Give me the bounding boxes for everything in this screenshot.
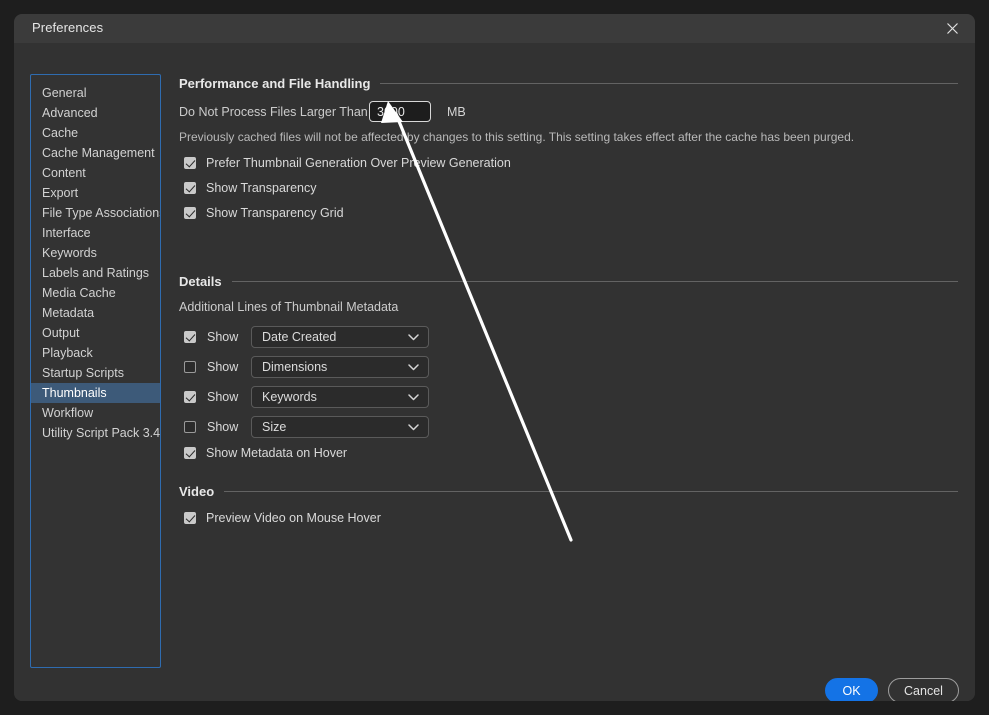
checkbox-row-preview-video-hover[interactable]: Preview Video on Mouse Hover — [184, 511, 381, 525]
metadata-row-2[interactable]: Show Dimensions — [184, 356, 429, 378]
chevron-down-icon — [408, 388, 419, 406]
metadata-row-3[interactable]: Show Keywords — [184, 386, 429, 408]
sidebar-item-playback[interactable]: Playback — [31, 343, 160, 363]
checkbox-preview-video-on-mouse-hover[interactable] — [184, 512, 196, 524]
sidebar-item-content[interactable]: Content — [31, 163, 160, 183]
checkbox-metadata-line-2[interactable] — [184, 361, 196, 373]
label-show-1: Show — [207, 330, 239, 344]
dropdown-value-4: Size — [262, 420, 287, 434]
checkbox-label-prefer-thumbnail: Prefer Thumbnail Generation Over Preview… — [206, 156, 511, 170]
checkbox-label-preview-video-on-mouse-hover: Preview Video on Mouse Hover — [206, 511, 381, 525]
dropdown-metadata-line-4[interactable]: Size — [251, 416, 429, 438]
cache-note: Previously cached files will not be affe… — [179, 130, 855, 144]
ok-button[interactable]: OK — [825, 678, 878, 701]
sidebar-item-general[interactable]: General — [31, 83, 160, 103]
screen: Preferences General Advanced Cache Cache… — [0, 0, 989, 715]
chevron-down-icon — [408, 358, 419, 376]
checkbox-row-show-transparency-grid[interactable]: Show Transparency Grid — [184, 206, 344, 220]
sidebar-item-startup-scripts[interactable]: Startup Scripts — [31, 363, 160, 383]
checkbox-metadata-line-3[interactable] — [184, 391, 196, 403]
checkbox-show-metadata-on-hover[interactable] — [184, 447, 196, 459]
cancel-button[interactable]: Cancel — [888, 678, 959, 701]
dropdown-metadata-line-1[interactable]: Date Created — [251, 326, 429, 348]
divider — [231, 281, 958, 282]
sidebar-item-interface[interactable]: Interface — [31, 223, 160, 243]
metadata-row-1[interactable]: Show Date Created — [184, 326, 429, 348]
sidebar-item-output[interactable]: Output — [31, 323, 160, 343]
checkbox-prefer-thumbnail[interactable] — [184, 157, 196, 169]
sidebar-item-file-type-associations[interactable]: File Type Associations — [31, 203, 160, 223]
checkbox-metadata-line-1[interactable] — [184, 331, 196, 343]
section-title-details: Details — [179, 274, 222, 289]
checkbox-label-show-transparency-grid: Show Transparency Grid — [206, 206, 344, 220]
section-header-details: Details — [179, 274, 958, 289]
sidebar-item-labels-and-ratings[interactable]: Labels and Ratings — [31, 263, 160, 283]
size-limit-input[interactable] — [369, 101, 431, 122]
dropdown-metadata-line-3[interactable]: Keywords — [251, 386, 429, 408]
dialog-body: General Advanced Cache Cache Management … — [14, 43, 975, 701]
settings-panel: Performance and File Handling Do Not Pro… — [179, 43, 975, 701]
checkbox-row-prefer-thumbnail[interactable]: Prefer Thumbnail Generation Over Preview… — [184, 156, 511, 170]
section-header-performance: Performance and File Handling — [179, 76, 958, 91]
divider — [224, 491, 958, 492]
dropdown-metadata-line-2[interactable]: Dimensions — [251, 356, 429, 378]
close-icon[interactable] — [929, 14, 975, 43]
checkbox-metadata-line-4[interactable] — [184, 421, 196, 433]
sidebar-item-utility-script-pack[interactable]: Utility Script Pack 3.4 — [31, 423, 160, 443]
sidebar-item-cache[interactable]: Cache — [31, 123, 160, 143]
label-show-2: Show — [207, 360, 239, 374]
label-show-3: Show — [207, 390, 239, 404]
checkbox-show-transparency-grid[interactable] — [184, 207, 196, 219]
sidebar-item-export[interactable]: Export — [31, 183, 160, 203]
sidebar-item-advanced[interactable]: Advanced — [31, 103, 160, 123]
checkbox-show-transparency[interactable] — [184, 182, 196, 194]
checkbox-label-show-transparency: Show Transparency — [206, 181, 317, 195]
section-header-video: Video — [179, 484, 958, 499]
sidebar-item-media-cache[interactable]: Media Cache — [31, 283, 160, 303]
chevron-down-icon — [408, 418, 419, 436]
checkbox-label-show-metadata-on-hover: Show Metadata on Hover — [206, 446, 348, 460]
section-title-video: Video — [179, 484, 215, 499]
category-list[interactable]: General Advanced Cache Cache Management … — [30, 74, 161, 668]
sidebar-item-cache-management[interactable]: Cache Management — [31, 143, 160, 163]
dropdown-value-2: Dimensions — [262, 360, 328, 374]
section-title-performance: Performance and File Handling — [179, 76, 371, 91]
sidebar-item-keywords[interactable]: Keywords — [31, 243, 160, 263]
label-show-4: Show — [207, 420, 239, 434]
size-limit-label: Do Not Process Files Larger Than — [179, 105, 368, 119]
size-limit-unit: MB — [447, 105, 466, 119]
sidebar-item-workflow[interactable]: Workflow — [31, 403, 160, 423]
sidebar-item-metadata[interactable]: Metadata — [31, 303, 160, 323]
preferences-dialog: Preferences General Advanced Cache Cache… — [14, 14, 975, 701]
details-subheading: Additional Lines of Thumbnail Metadata — [179, 300, 399, 314]
sidebar-item-thumbnails[interactable]: Thumbnails — [31, 383, 160, 403]
checkbox-row-show-metadata-hover[interactable]: Show Metadata on Hover — [184, 446, 347, 460]
checkbox-row-show-transparency[interactable]: Show Transparency — [184, 181, 316, 195]
dropdown-value-1: Date Created — [262, 330, 337, 344]
title-bar: Preferences — [14, 14, 975, 43]
divider — [380, 83, 958, 84]
dropdown-value-3: Keywords — [262, 390, 317, 404]
window-title: Preferences — [32, 20, 104, 35]
metadata-row-4[interactable]: Show Size — [184, 416, 429, 438]
chevron-down-icon — [408, 328, 419, 346]
